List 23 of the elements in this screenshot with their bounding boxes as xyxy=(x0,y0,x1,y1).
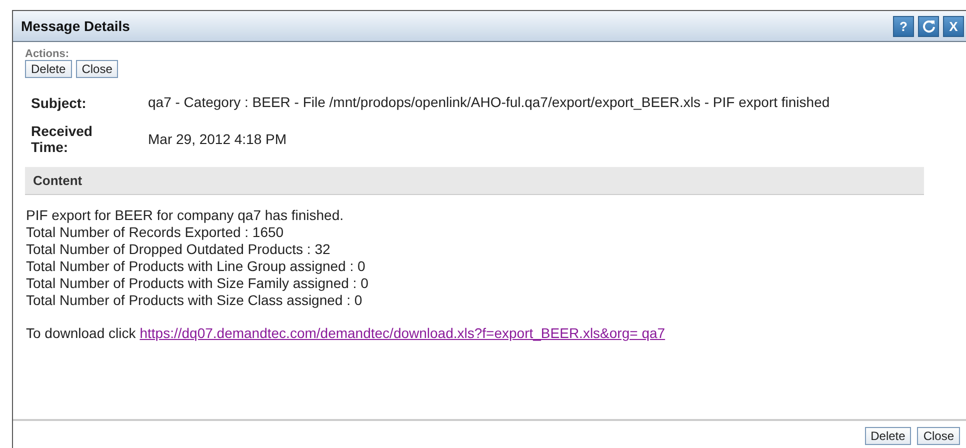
field-value: Mar 29, 2012 4:18 PM xyxy=(148,130,288,148)
download-link[interactable]: https://dq07.demandtec.com/demandtec/download.xls?f=export_BEER.xls&org= qa7 xyxy=(140,325,666,341)
help-button[interactable]: ? xyxy=(893,16,914,36)
message-line: Total Number of Records Exported : 1650 xyxy=(26,224,285,241)
message-line: PIF export for BEER for company qa7 has finished. xyxy=(26,207,344,224)
window-title: Message Details xyxy=(21,18,130,34)
refresh-icon xyxy=(922,19,936,33)
message-line: Total Number of Products with Line Group assigned : 0 xyxy=(26,258,366,275)
field-value: qa7 - Category : BEER - File /mnt/prodops/openlink/AHO-ful.qa7/export/export_BEER.xls - PIF export finished xyxy=(148,94,831,111)
download-text: To download click xyxy=(26,325,136,341)
actions-label: Actions: xyxy=(25,48,70,60)
message-line: Total Number of Dropped Outdated Products : 32 xyxy=(26,241,332,258)
field-label: Received Time: xyxy=(31,123,94,155)
window-x-button[interactable]: X xyxy=(943,16,964,36)
field-label: Subject: xyxy=(31,94,88,110)
message-line: Total Number of Products with Size Family assigned : 0 xyxy=(26,275,370,292)
footer-button[interactable]: Close xyxy=(917,427,960,445)
message-line: Total Number of Products with Size Class assigned : 0 xyxy=(26,292,364,309)
action-button[interactable]: Close xyxy=(76,60,118,78)
footer-button[interactable]: Delete xyxy=(864,427,912,445)
section-title: Content xyxy=(33,173,82,188)
refresh-button[interactable] xyxy=(918,16,939,36)
action-button[interactable]: Delete xyxy=(25,60,72,78)
